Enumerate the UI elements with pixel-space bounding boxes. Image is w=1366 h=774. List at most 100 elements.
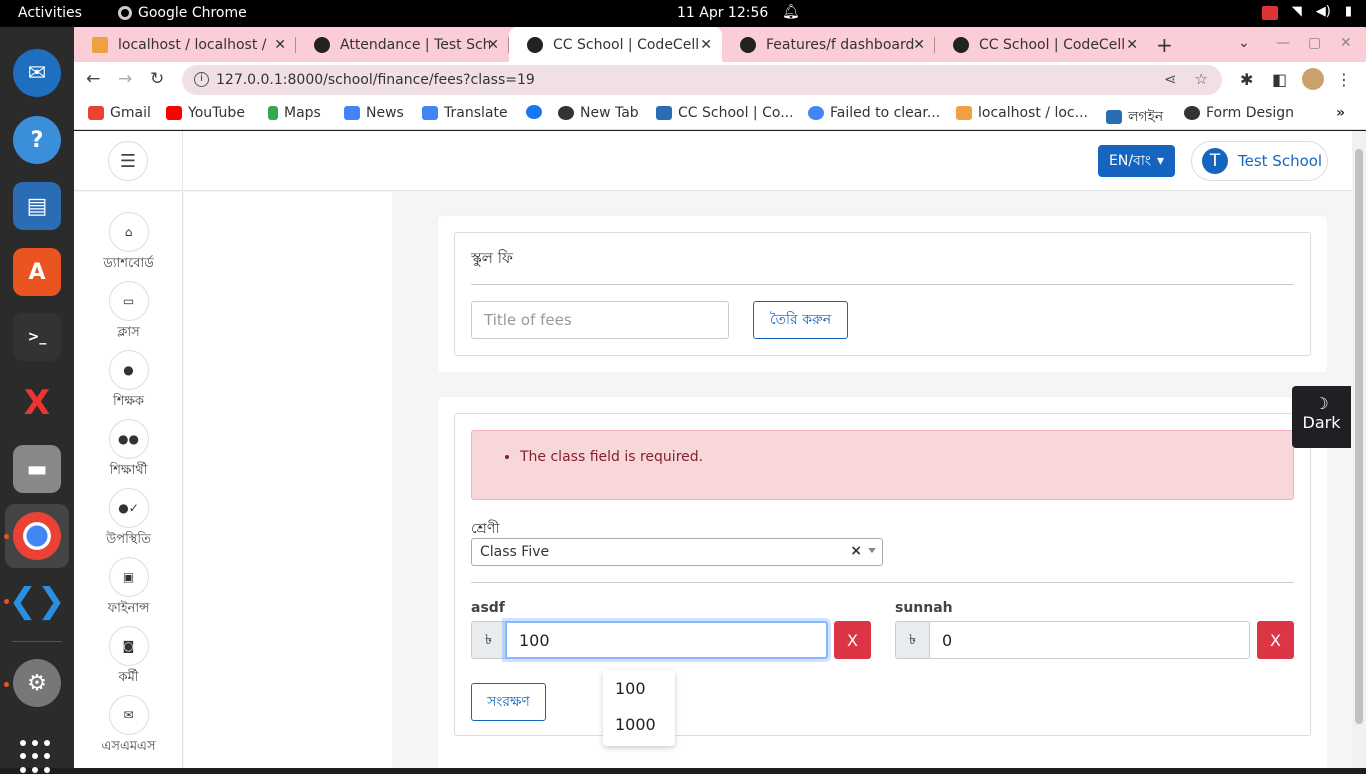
content-gutter xyxy=(184,192,392,768)
remove-fee-button[interactable]: X xyxy=(1257,621,1294,659)
activities-button[interactable]: Activities xyxy=(18,5,82,21)
bookmark-translate[interactable]: Translate xyxy=(422,105,508,121)
extensions-icon[interactable]: ✱ xyxy=(1240,70,1253,89)
battery-icon: ▮ xyxy=(1344,4,1352,19)
close-tab-icon[interactable]: ✕ xyxy=(700,37,712,53)
profile-avatar[interactable] xyxy=(1302,68,1324,90)
fee-amount-group: ৳ 0 xyxy=(895,621,1250,659)
bookmarks-bar: Gmail YouTube Maps News Translate New Ta… xyxy=(74,98,1366,130)
new-tab-icon[interactable]: + xyxy=(1156,33,1173,57)
remove-fee-button[interactable]: X xyxy=(834,621,871,659)
show-apps-icon[interactable] xyxy=(20,740,54,774)
forward-icon[interactable]: → xyxy=(118,69,132,89)
fee-title-input[interactable]: Title of fees xyxy=(471,301,729,339)
help-icon[interactable]: ? xyxy=(13,116,61,164)
sidebar-item-class[interactable]: ▭ ক্লাস xyxy=(74,281,183,350)
bookmark-youtube[interactable]: YouTube xyxy=(166,105,245,121)
sidebar-item-attendance[interactable]: ●✓ উপস্থিতি xyxy=(74,488,183,557)
address-bar[interactable]: i 127.0.0.1:8000/school/finance/fees?cla… xyxy=(182,65,1222,95)
language-dropdown[interactable]: EN/বাং ▾ xyxy=(1098,145,1175,177)
wifi-icon: ◥ xyxy=(1291,4,1302,19)
browser-tab[interactable]: Attendance | Test School ✕ xyxy=(296,27,509,62)
minimize-icon[interactable]: — xyxy=(1276,35,1290,51)
bookmark-new-tab[interactable]: New Tab xyxy=(558,105,639,121)
settings-icon[interactable]: ⚙ xyxy=(13,659,61,707)
tab-search-chevron-icon[interactable]: ⌄ xyxy=(1238,35,1250,51)
fee-amount-input[interactable]: 0 xyxy=(929,621,1250,659)
sidebar-item-dashboard[interactable]: ⌂ ড্যাশবোর্ড xyxy=(74,212,183,281)
bookmark-maps[interactable]: Maps xyxy=(268,105,321,121)
bookmark-facebook[interactable] xyxy=(526,105,542,119)
autocomplete-option[interactable]: 1000 xyxy=(603,706,675,742)
class-select[interactable]: Class Five × xyxy=(471,538,883,566)
dark-mode-toggle[interactable]: ☽ Dark xyxy=(1292,386,1351,448)
menu-toggle-icon[interactable]: ☰ xyxy=(108,141,148,181)
github-favicon-icon xyxy=(740,36,756,53)
autocomplete-option[interactable]: 100 xyxy=(603,670,675,706)
reload-icon[interactable]: ↻ xyxy=(150,69,164,89)
chrome-menu-icon[interactable]: ⋮ xyxy=(1336,70,1352,89)
browser-tab[interactable]: localhost / localhost / c ✕ xyxy=(74,27,296,62)
maximize-icon[interactable]: ▢ xyxy=(1308,35,1321,51)
divider xyxy=(471,582,1294,583)
close-tab-icon[interactable]: ✕ xyxy=(274,37,286,53)
bookmark-cc-school[interactable]: CC School | Co... xyxy=(656,105,794,121)
fees-form-panel: The class field is required. শ্রেণী Clas… xyxy=(454,413,1311,736)
terminal-icon[interactable]: >_ xyxy=(13,313,61,361)
browser-tab[interactable]: Features/f dashboard ✕ xyxy=(722,27,935,62)
save-button[interactable]: সংরক্ষণ xyxy=(471,683,546,721)
close-tab-icon[interactable]: ✕ xyxy=(487,37,499,53)
clock[interactable]: 11 Apr 12:56 xyxy=(677,5,768,21)
dock: ✉ ? ▤ A >_ X ▬ ❮❯ ⚙ xyxy=(0,27,74,773)
bookmark-localhost[interactable]: localhost / loc... xyxy=(956,105,1088,121)
sidebar-item-teacher[interactable]: ● শিক্ষক xyxy=(74,350,183,419)
sidebar-item-sms[interactable]: ✉ এসএমএস xyxy=(74,695,183,764)
error-alert: The class field is required. xyxy=(471,430,1294,500)
close-window-icon[interactable]: ✕ xyxy=(1340,35,1352,51)
page-header: ☰ EN/বাং ▾ T Test School xyxy=(74,131,1352,191)
system-top-bar: Activities Google Chrome 11 Apr 12:56 🔔︎… xyxy=(0,0,1366,27)
sidebar-item-students[interactable]: ●● শিক্ষার্থী xyxy=(74,419,183,488)
tab-title: CC School | CodeCell Ltd xyxy=(553,36,703,53)
site-info-icon[interactable]: i xyxy=(194,72,209,87)
currency-addon: ৳ xyxy=(895,621,929,659)
bookmark-news[interactable]: News xyxy=(344,105,404,121)
files-icon[interactable]: ▬ xyxy=(13,445,61,493)
bookmark-login[interactable]: লগইন xyxy=(1106,105,1163,129)
system-tray[interactable]: ◥ ◀) ▮ xyxy=(1261,4,1352,20)
web-page: ☰ EN/বাং ▾ T Test School ⌂ ড্যাশবোর্ড ▭ ক্ল… xyxy=(74,131,1366,768)
app-name: Google Chrome xyxy=(138,5,247,21)
user-menu[interactable]: T Test School xyxy=(1191,141,1328,181)
clear-selection-icon[interactable]: × xyxy=(850,543,862,559)
share-icon[interactable]: ⋖ xyxy=(1164,70,1177,88)
browser-tab-active[interactable]: CC School | CodeCell Ltd ✕ xyxy=(509,27,722,62)
browser-tab[interactable]: CC School | CodeCell Ltd ✕ xyxy=(935,27,1148,62)
vscode-icon[interactable]: ❮❯ xyxy=(9,577,66,625)
close-tab-icon[interactable]: ✕ xyxy=(1126,37,1138,53)
sidebar-item-finance[interactable]: ▣ ফাইনান্স xyxy=(74,557,183,626)
fee-amount-input[interactable]: 100 xyxy=(505,621,828,659)
bookmark-failed-to-clear[interactable]: Failed to clear... xyxy=(808,105,940,121)
back-icon[interactable]: ← xyxy=(86,69,100,89)
chrome-dock-icon[interactable] xyxy=(13,512,61,560)
browser-tab-strip: localhost / localhost / c ✕ Attendance |… xyxy=(74,27,1366,62)
xampp-icon[interactable]: X xyxy=(13,379,61,427)
bookmark-star-icon[interactable]: ☆ xyxy=(1195,70,1208,88)
students-icon: ●● xyxy=(108,419,149,459)
dock-separator xyxy=(12,641,62,642)
sidebar-item-staff[interactable]: ◙ কর্মী xyxy=(74,626,183,695)
bookmark-gmail[interactable]: Gmail xyxy=(88,105,151,121)
divider xyxy=(471,284,1294,285)
thunderbird-icon[interactable]: ✉ xyxy=(13,49,61,97)
close-tab-icon[interactable]: ✕ xyxy=(913,37,925,53)
globe-icon xyxy=(558,106,574,120)
side-panel-icon[interactable]: ◧ xyxy=(1272,70,1287,89)
page-scrollbar[interactable] xyxy=(1352,131,1366,768)
writer-icon[interactable]: ▤ xyxy=(13,182,61,230)
create-button[interactable]: তৈরি করুন xyxy=(753,301,848,339)
more-bookmarks-icon[interactable]: » xyxy=(1336,105,1345,121)
software-center-icon[interactable]: A xyxy=(13,248,61,296)
app-menu[interactable]: Google Chrome xyxy=(118,5,247,21)
volume-icon: ◀) xyxy=(1315,4,1331,19)
bookmark-form-design[interactable]: Form Design xyxy=(1184,105,1294,121)
